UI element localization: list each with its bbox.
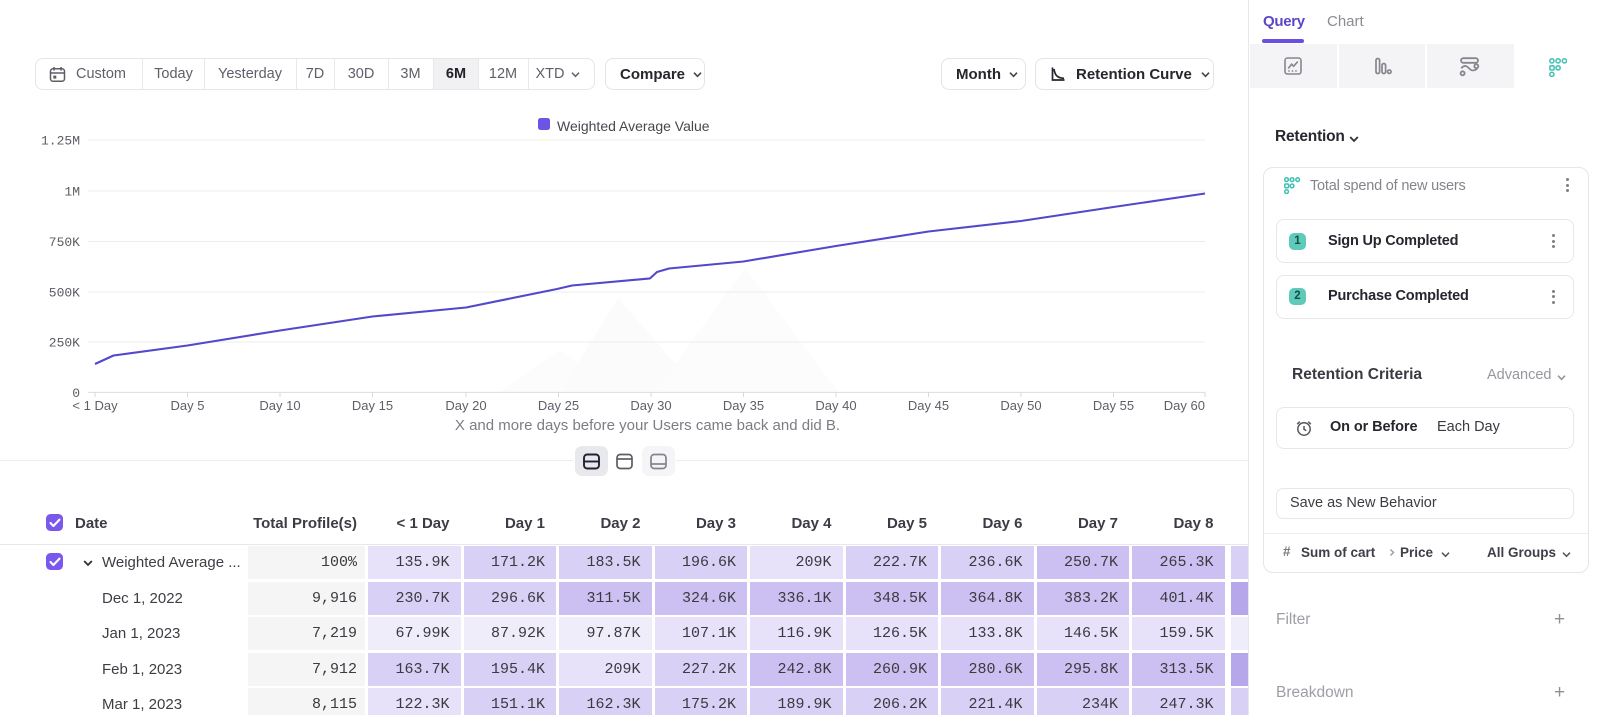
svg-text:Day 30: Day 30 [630,398,671,413]
svg-text:Day 40: Day 40 [815,398,856,413]
svg-text:250K: 250K [49,336,80,351]
svg-text:1.25M: 1.25M [41,134,80,149]
svg-text:Day 25: Day 25 [538,398,579,413]
svg-text:Day 35: Day 35 [723,398,764,413]
svg-text:Day 45: Day 45 [908,398,949,413]
svg-text:Day 55: Day 55 [1093,398,1134,413]
svg-text:Day 15: Day 15 [352,398,393,413]
svg-text:Day 60: Day 60 [1164,398,1205,413]
svg-text:500K: 500K [49,286,80,301]
svg-text:Day 50: Day 50 [1000,398,1041,413]
svg-text:Day 5: Day 5 [171,398,205,413]
svg-text:750K: 750K [49,235,80,250]
svg-text:Day 10: Day 10 [259,398,300,413]
svg-text:< 1 Day: < 1 Day [72,398,118,413]
svg-text:Day 20: Day 20 [445,398,486,413]
svg-text:1M: 1M [64,185,80,200]
